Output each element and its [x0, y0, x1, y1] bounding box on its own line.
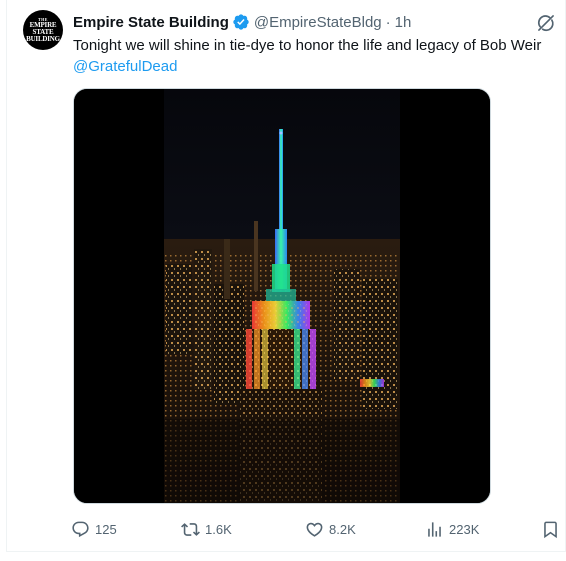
retweet-icon [181, 522, 200, 536]
reply-button[interactable]: 125 [71, 514, 117, 544]
heart-icon [306, 522, 323, 537]
views-count: 223K [449, 521, 480, 537]
tweet-body: Tonight we will shine in tie-dye to hono… [73, 37, 542, 54]
bookmark-icon [544, 521, 557, 538]
grok-icon[interactable] [535, 12, 557, 34]
repost-button[interactable]: 1.6K [181, 514, 232, 544]
tweet-card[interactable]: THE EMPIRE STATE BUILDING Empire State B… [6, 0, 566, 552]
tweet-text: Tonight we will shine in tie-dye to hono… [73, 35, 553, 77]
mention-link[interactable]: @GratefulDead [73, 56, 553, 77]
separator-dot: · [385, 13, 391, 31]
tweet-media-video[interactable] [73, 88, 491, 504]
views-icon [428, 521, 441, 537]
verified-badge-icon[interactable] [232, 13, 250, 31]
handle[interactable]: @EmpireStateBldg [254, 14, 382, 31]
avatar-text-building: BUILDING [26, 34, 60, 43]
reply-count: 125 [95, 521, 117, 537]
views-button[interactable]: 223K [425, 514, 479, 544]
timestamp[interactable]: 1h [395, 14, 412, 31]
reply-icon [72, 521, 89, 537]
avatar[interactable]: THE EMPIRE STATE BUILDING [23, 10, 63, 50]
repost-count: 1.6K [205, 521, 232, 537]
bookmark-button[interactable] [541, 514, 560, 544]
display-name[interactable]: Empire State Building [73, 14, 229, 31]
tweet-header: Empire State Building @EmpireStateBldg ·… [73, 12, 411, 32]
like-count: 8.2K [329, 521, 356, 537]
tweet-actions: 125 1.6K 8.2K 223K [67, 514, 563, 544]
like-button[interactable]: 8.2K [305, 514, 356, 544]
empire-state-building-night-image [74, 89, 490, 503]
